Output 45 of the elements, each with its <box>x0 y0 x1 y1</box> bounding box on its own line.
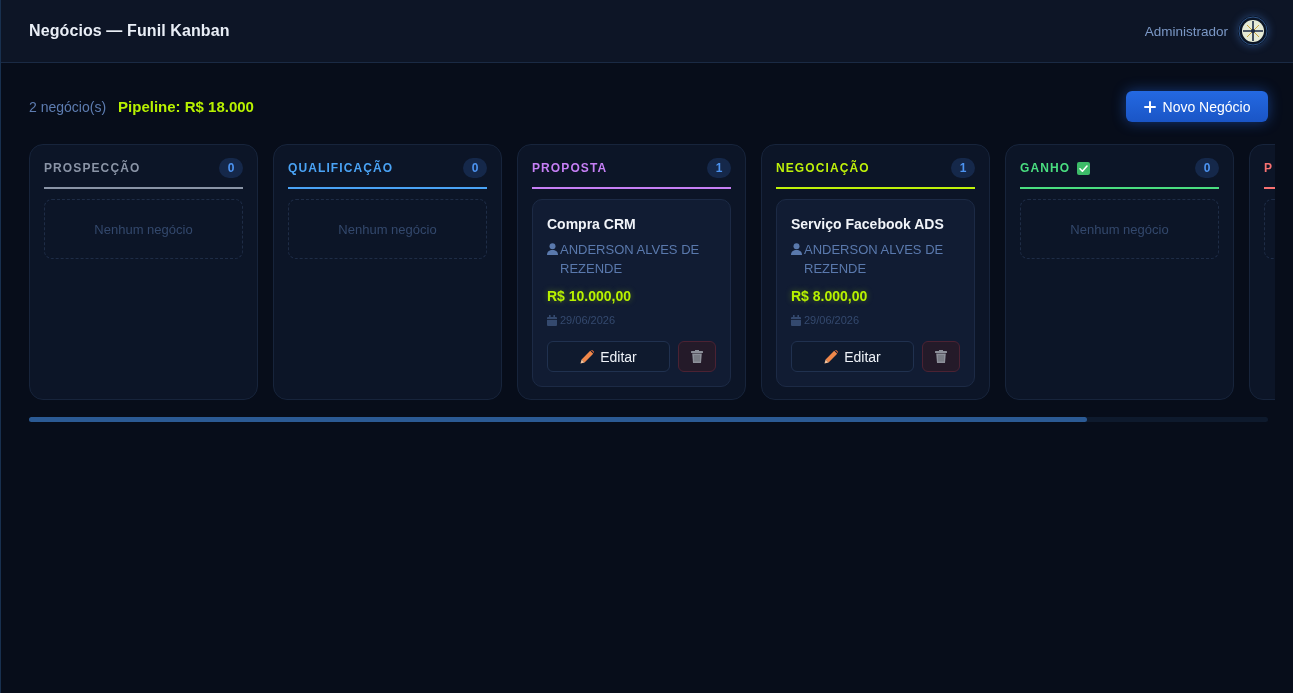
new-deal-button[interactable]: Novo Negócio <box>1126 91 1268 122</box>
owner-name: ANDERSON ALVES DE REZENDE <box>804 241 945 278</box>
pipeline-total: Pipeline: R$ 18.000 <box>118 98 254 115</box>
deal-date: 29/06/2026 <box>560 313 616 327</box>
edit-button[interactable]: Editar <box>547 341 670 372</box>
person-icon <box>547 243 558 255</box>
avatar-icon <box>1238 16 1268 46</box>
deal-card[interactable]: Serviço Facebook ADS ANDERSON ALVES DE REZENDE R$ 8.000,00 29/06/2026 Editar <box>776 199 975 387</box>
horizontal-scrollbar[interactable] <box>29 417 1268 422</box>
deal-count: 2 negócio(s) <box>29 98 107 115</box>
count-badge: 0 <box>219 158 243 178</box>
deal-value: R$ 10.000,00 <box>547 287 633 305</box>
column-title: GANHO <box>1020 161 1071 175</box>
column-title: NEGOCIAÇÃO <box>776 161 870 175</box>
deal-value: R$ 8.000,00 <box>791 287 869 305</box>
delete-button[interactable] <box>678 341 716 372</box>
count-badge: 1 <box>707 158 731 178</box>
empty-state: Nenhum negócio <box>1020 199 1219 259</box>
deal-date: 29/06/2026 <box>804 313 860 327</box>
page-title: Negócios — Funil Kanban <box>29 22 230 40</box>
calendar-icon <box>791 314 801 326</box>
owner-name: ANDERSON ALVES DE REZENDE <box>560 241 701 278</box>
count-badge: 1 <box>951 158 975 178</box>
plus-icon <box>1143 100 1156 113</box>
edit-button[interactable]: Editar <box>791 341 914 372</box>
check-icon <box>1077 161 1091 175</box>
deal-title: Compra CRM <box>547 215 637 233</box>
pencil-icon <box>824 349 839 364</box>
calendar-icon <box>547 314 557 326</box>
pencil-icon <box>580 349 595 364</box>
empty-state: Nenhum negócio <box>288 199 487 259</box>
person-icon <box>791 243 802 255</box>
deal-title: Serviço Facebook ADS <box>791 215 945 233</box>
column-title: QUALIFICAÇÃO <box>288 161 394 175</box>
count-badge: 0 <box>1195 158 1219 178</box>
deal-card[interactable]: Compra CRM ANDERSON ALVES DE REZENDE R$ 10.000,00 29/06/2026 Editar <box>532 199 731 387</box>
column-title: PROSPECÇÃO <box>44 161 141 175</box>
user-name: Administrador <box>1144 23 1228 39</box>
count-badge: 0 <box>463 158 487 178</box>
delete-button[interactable] <box>922 341 960 372</box>
trash-icon <box>935 350 947 363</box>
trash-icon <box>691 350 703 363</box>
empty-state: Nenhum negócio <box>44 199 243 259</box>
column-title: P <box>1264 161 1274 175</box>
column-title: PROPOSTA <box>532 161 608 175</box>
